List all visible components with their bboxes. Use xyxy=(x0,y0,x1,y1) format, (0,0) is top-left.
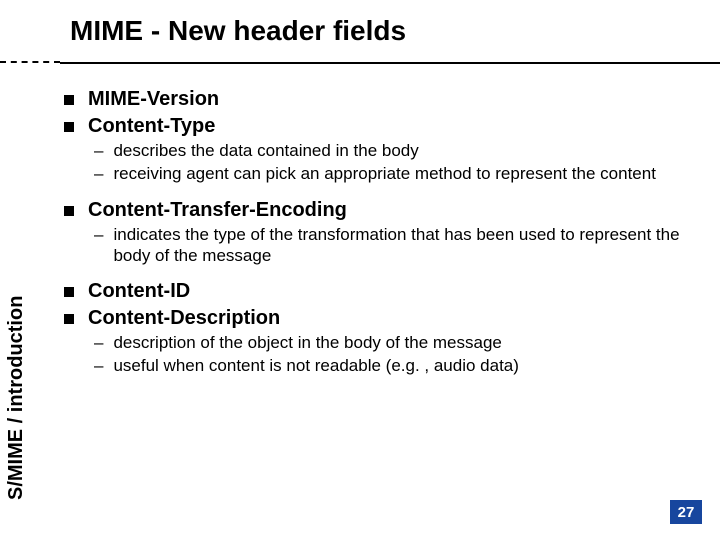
dash-icon: – xyxy=(94,355,103,376)
dash-icon: – xyxy=(94,163,103,184)
sub-bullet: – description of the object in the body … xyxy=(94,332,696,353)
bullet-label: Content-Transfer-Encoding xyxy=(88,199,347,222)
page-title: MIME - New header fields xyxy=(70,15,406,47)
bullet-mime-version: MIME-Version xyxy=(64,88,696,111)
square-bullet-icon xyxy=(64,287,74,297)
square-bullet-icon xyxy=(64,206,74,216)
page-number-badge: 27 xyxy=(670,500,702,524)
sidebar-label: S/MIME / introduction xyxy=(5,296,28,500)
divider-dash xyxy=(0,55,60,69)
square-bullet-icon xyxy=(64,122,74,132)
square-bullet-icon xyxy=(64,314,74,324)
bullet-content-type: Content-Type xyxy=(64,115,696,138)
slide: MIME - New header fields MIME-Version Co… xyxy=(0,0,720,540)
bullet-content-id: Content-ID xyxy=(64,280,696,303)
divider xyxy=(0,62,720,64)
sub-bullet: – describes the data contained in the bo… xyxy=(94,140,696,161)
sub-bullet-text: indicates the type of the transformation… xyxy=(113,224,696,267)
dash-icon: – xyxy=(94,332,103,353)
sub-bullet-text: description of the object in the body of… xyxy=(113,332,501,353)
sub-bullet-text: useful when content is not readable (e.g… xyxy=(113,355,518,376)
page-number: 27 xyxy=(678,504,695,521)
sub-bullet: – receiving agent can pick an appropriat… xyxy=(94,163,696,184)
dash-icon: – xyxy=(94,140,103,161)
bullet-cte: Content-Transfer-Encoding xyxy=(64,199,696,222)
bullet-label: Content-Description xyxy=(88,307,280,330)
bullet-label: Content-Type xyxy=(88,115,215,138)
dash-icon: – xyxy=(94,224,103,245)
bullet-content-description: Content-Description xyxy=(64,307,696,330)
bullet-label: Content-ID xyxy=(88,280,190,303)
sub-bullet-text: describes the data contained in the body xyxy=(113,140,418,161)
sub-bullet-text: receiving agent can pick an appropriate … xyxy=(113,163,655,184)
sub-bullet: – indicates the type of the transformati… xyxy=(94,224,696,267)
square-bullet-icon xyxy=(64,95,74,105)
bullet-label: MIME-Version xyxy=(88,88,219,111)
sub-bullet: – useful when content is not readable (e… xyxy=(94,355,696,376)
content: MIME-Version Content-Type – describes th… xyxy=(64,84,696,377)
